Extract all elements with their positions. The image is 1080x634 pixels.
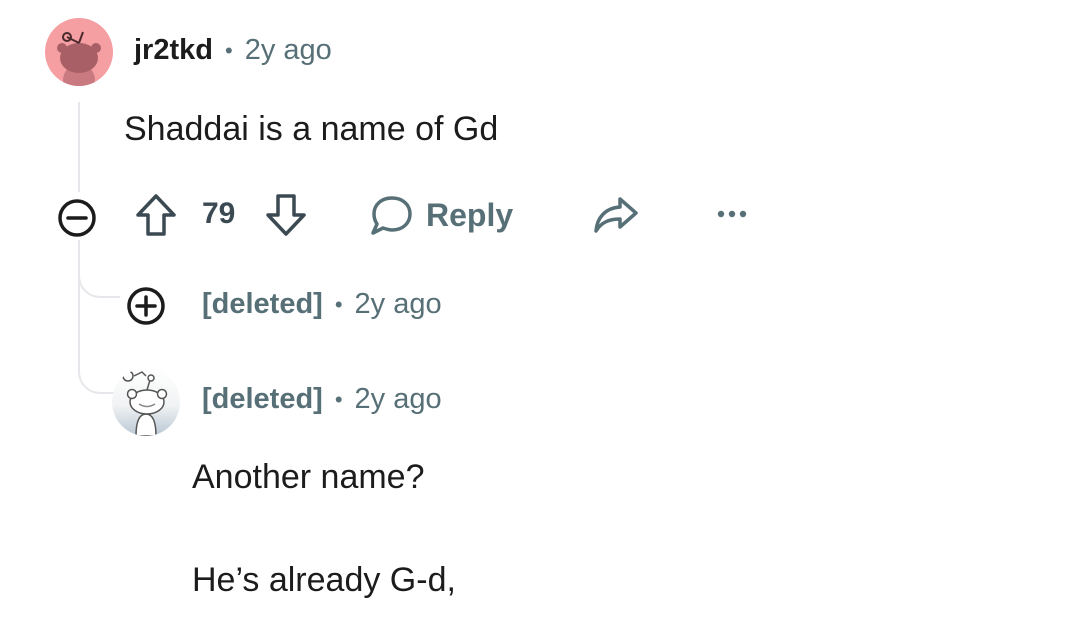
upvote-icon bbox=[136, 194, 176, 236]
comment-header: jr2tkd • 2y ago bbox=[134, 34, 332, 67]
reply-label: Reply bbox=[426, 196, 514, 233]
timestamp[interactable]: 2y ago bbox=[355, 383, 442, 416]
avatar bbox=[112, 368, 180, 436]
expand-button[interactable] bbox=[125, 285, 167, 327]
comment-icon bbox=[371, 196, 412, 235]
separator-dot: • bbox=[334, 386, 343, 412]
separator-dot: • bbox=[224, 37, 233, 63]
comment-header: [deleted] • 2y ago bbox=[202, 383, 442, 416]
share-button[interactable] bbox=[592, 194, 640, 236]
comment-body-line: Another name? bbox=[192, 458, 425, 496]
expand-icon bbox=[127, 287, 165, 325]
share-icon bbox=[594, 197, 638, 233]
vote-count: 79 bbox=[202, 197, 236, 230]
username: [deleted] bbox=[202, 383, 323, 415]
snoo-avatar-icon bbox=[57, 31, 101, 86]
username: [deleted] bbox=[202, 288, 323, 320]
collapse-button[interactable] bbox=[56, 197, 98, 239]
more-options-button[interactable] bbox=[716, 206, 748, 222]
timestamp[interactable]: 2y ago bbox=[355, 288, 442, 321]
comment-body-line: He’s already G-d, bbox=[192, 561, 456, 599]
avatar[interactable] bbox=[45, 18, 113, 86]
comment-body: Shaddai is a name of Gd bbox=[124, 110, 499, 148]
downvote-icon bbox=[266, 194, 306, 236]
more-icon bbox=[717, 210, 747, 218]
comment-header: [deleted] • 2y ago bbox=[202, 288, 442, 321]
thread-branch bbox=[78, 250, 120, 298]
timestamp[interactable]: 2y ago bbox=[245, 34, 332, 67]
downvote-button[interactable] bbox=[264, 192, 308, 238]
snoo-avatar-icon bbox=[122, 370, 168, 436]
upvote-button[interactable] bbox=[134, 192, 178, 238]
thread-branch bbox=[78, 340, 120, 394]
collapse-icon bbox=[58, 199, 96, 237]
thread-line[interactable] bbox=[78, 102, 80, 192]
username[interactable]: jr2tkd bbox=[134, 34, 213, 67]
reply-button[interactable]: Reply bbox=[368, 193, 513, 237]
comment-thread: jr2tkd • 2y ago Shaddai is a name of Gd … bbox=[0, 0, 1080, 634]
separator-dot: • bbox=[334, 291, 343, 317]
